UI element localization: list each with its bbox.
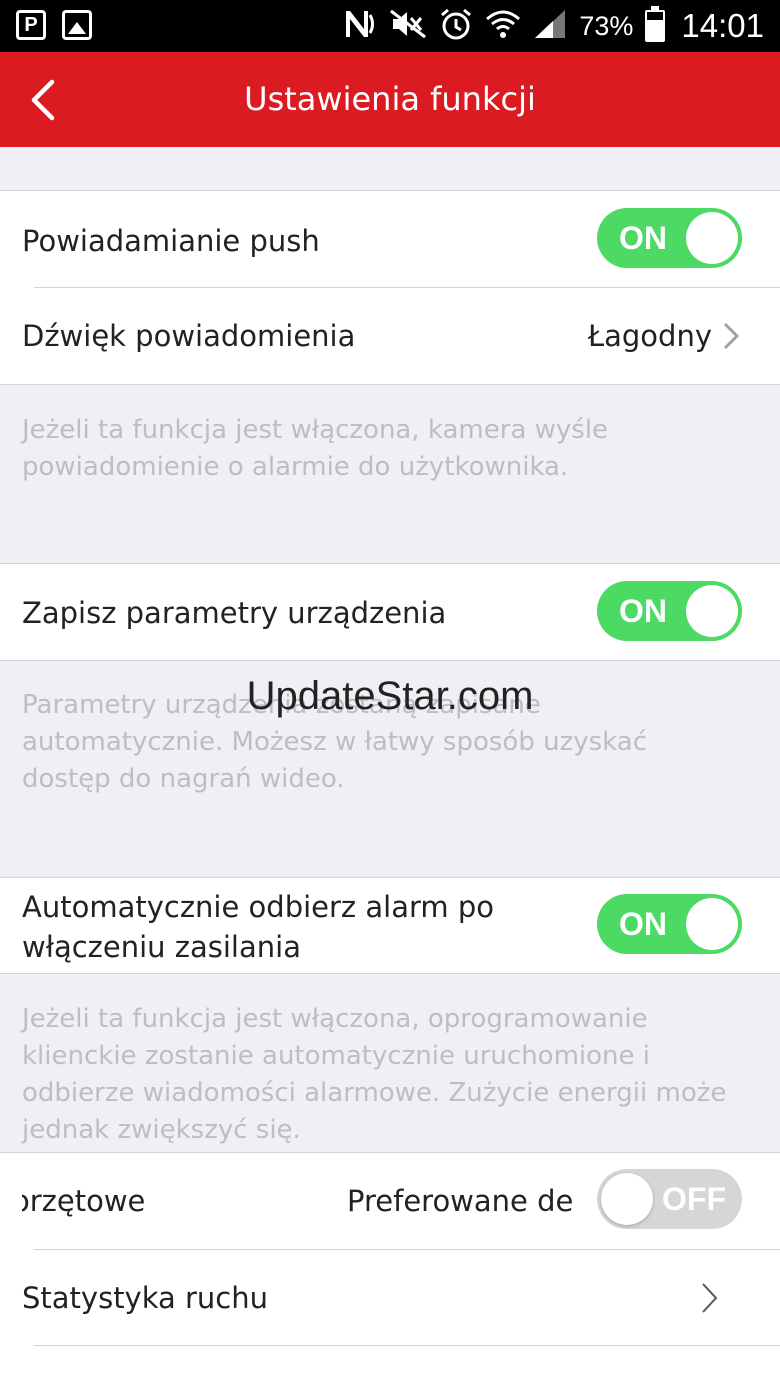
battery-icon bbox=[645, 6, 666, 42]
toggle-knob bbox=[686, 898, 738, 950]
hardware-label-left: orzętowe bbox=[22, 1184, 146, 1218]
save-params-toggle[interactable]: ON bbox=[597, 581, 742, 641]
toggle-knob bbox=[686, 585, 738, 637]
hardware-decoding-marquee: orzętowe Preferowane de bbox=[22, 1153, 582, 1249]
notification-sound-row[interactable]: Dźwięk powiadomienia Łagodny bbox=[0, 288, 780, 384]
toggle-state-text: ON bbox=[619, 220, 667, 256]
alarm-icon bbox=[439, 8, 473, 45]
chevron-right-icon bbox=[702, 1283, 718, 1313]
push-description: Jeżeli ta funkcja jest włączona, kamera … bbox=[22, 415, 609, 482]
auto-alarm-toggle[interactable]: ON bbox=[597, 894, 742, 954]
save-params-section: Zapisz parametry urządzenia ON bbox=[0, 564, 780, 660]
auto-alarm-description: Jeżeli ta funkcja jest włączona, oprogra… bbox=[22, 1004, 727, 1145]
p-app-icon: P bbox=[16, 10, 46, 40]
toggle-knob bbox=[601, 1173, 653, 1225]
toggle-state-text: ON bbox=[619, 906, 667, 942]
row-divider bbox=[34, 1345, 780, 1346]
push-notification-label: Powiadamianie push bbox=[22, 224, 320, 258]
page-title: Ustawienia funkcji bbox=[244, 80, 536, 118]
toggle-state-text: OFF bbox=[662, 1181, 726, 1217]
signal-icon bbox=[533, 8, 567, 45]
image-icon bbox=[62, 10, 92, 40]
p-app-label: P bbox=[24, 14, 38, 36]
nfc-icon bbox=[343, 9, 377, 44]
hardware-label-right: Preferowane de bbox=[347, 1184, 574, 1218]
mute-icon bbox=[389, 9, 427, 44]
chevron-right-icon bbox=[723, 322, 740, 350]
wifi-icon bbox=[485, 9, 521, 44]
section-divider bbox=[0, 973, 780, 974]
notification-sound-label: Dźwięk powiadomienia bbox=[22, 319, 356, 353]
auto-alarm-label-line1: Automatycznie odbierz alarm po bbox=[22, 890, 495, 924]
traffic-stats-label: Statystyka ruchu bbox=[22, 1281, 269, 1315]
app-header: Ustawienia funkcji bbox=[0, 52, 780, 147]
traffic-stats-row[interactable]: Statystyka ruchu bbox=[0, 1250, 780, 1346]
notification-sound-value: Łagodny bbox=[587, 319, 712, 353]
watermark: UpdateStar.com bbox=[246, 674, 534, 718]
auto-alarm-section: Automatycznie odbierz alarm po włączeniu… bbox=[0, 878, 780, 973]
battery-percent: 73% bbox=[579, 10, 634, 41]
toggle-state-text: ON bbox=[619, 593, 667, 629]
status-bar: P 73% 14:01 bbox=[0, 0, 780, 52]
push-notification-toggle[interactable]: ON bbox=[597, 208, 742, 268]
battery-level-fill bbox=[647, 19, 664, 40]
auto-alarm-label-line2: włączeniu zasilania bbox=[22, 930, 301, 964]
notification-section: Powiadamianie push ON Dźwięk powiadomien… bbox=[0, 191, 780, 384]
save-params-label: Zapisz parametry urządzenia bbox=[22, 596, 447, 630]
hardware-decoding-toggle[interactable]: OFF bbox=[597, 1169, 742, 1229]
toggle-knob bbox=[686, 212, 738, 264]
section-divider bbox=[0, 384, 780, 385]
clock: 14:01 bbox=[681, 7, 764, 44]
hardware-section: orzętowe Preferowane de OFF Statystyka r… bbox=[0, 1153, 780, 1386]
section-divider bbox=[0, 660, 780, 661]
